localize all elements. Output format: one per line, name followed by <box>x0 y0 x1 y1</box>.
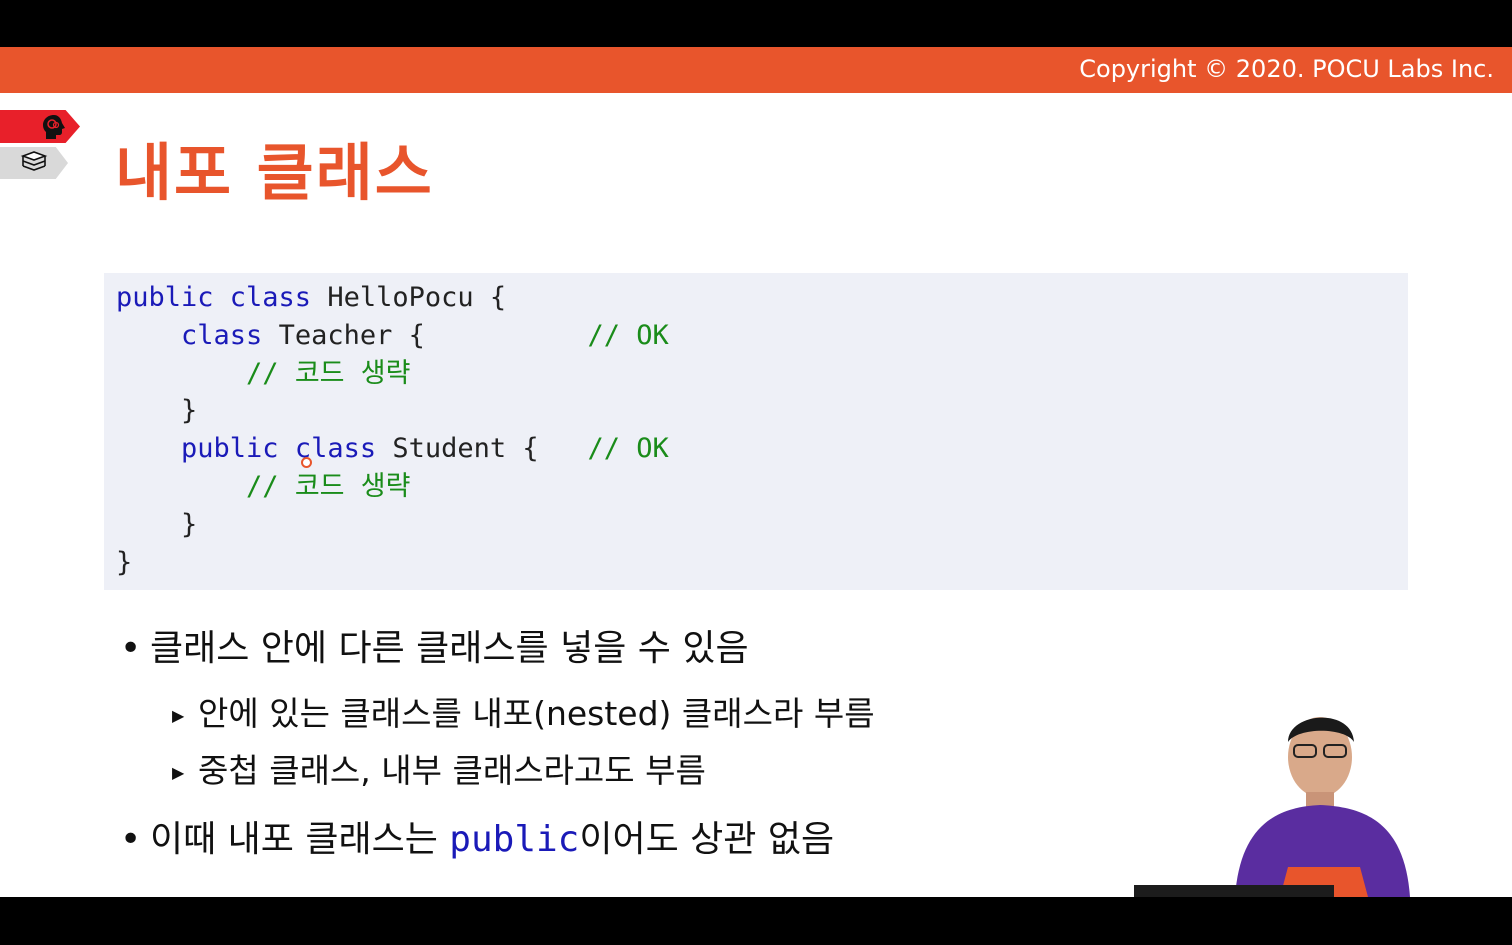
code-token: } <box>116 395 198 427</box>
slide-title: 내포 클래스 <box>115 136 434 209</box>
code-comment: // 코드 생략 <box>246 470 411 502</box>
code-keyword: public class <box>181 433 393 465</box>
code-line: // 코드 생략 <box>116 358 410 389</box>
code-line: } <box>116 547 132 578</box>
bullet-2-code: public <box>449 819 580 860</box>
bullet-2: • 이때 내포 클래스는 public이어도 상관 없음 <box>120 810 834 862</box>
presenter-video <box>1235 717 1410 897</box>
sub-bullet-2: ▶ 중첩 클래스, 내부 클래스라고도 부름 <box>172 744 706 792</box>
code-token: } <box>116 546 133 578</box>
header-bar: Copyright © 2020. POCU Labs Inc. <box>0 47 1512 93</box>
code-line: // 코드 생략 <box>116 471 410 502</box>
sub-bullet-1: ▶ 안에 있는 클래스를 내포(nested) 클래스라 부름 <box>172 687 875 735</box>
code-text: public class HelloPocu { class Teacher {… <box>116 279 669 581</box>
triangle-bullet-icon: ▶ <box>172 763 185 782</box>
section-tag-books <box>0 147 68 179</box>
pointer-dot <box>301 457 312 468</box>
code-token: Teacher { <box>278 319 588 351</box>
sub-bullet-1-text: 안에 있는 클래스를 내포(nested) 클래스라 부름 <box>198 694 875 733</box>
code-comment: // OK <box>587 319 669 351</box>
section-tag-brain <box>0 110 80 143</box>
desk <box>1134 885 1334 897</box>
book-stack-icon <box>20 151 48 171</box>
code-token: } <box>116 508 198 540</box>
code-keyword: class <box>181 319 279 351</box>
triangle-bullet-icon: ▶ <box>172 706 185 725</box>
code-block: public class HelloPocu { class Teacher {… <box>104 273 1408 590</box>
code-keyword: public class <box>116 282 328 313</box>
code-token: HelloPocu { <box>327 282 507 313</box>
copyright-text: Copyright © 2020. POCU Labs Inc. <box>1079 55 1494 83</box>
code-line: public class Student { // OK <box>116 433 669 464</box>
code-line: class Teacher { // OK <box>116 320 669 351</box>
sub-bullet-2-text: 중첩 클래스, 내부 클래스라고도 부름 <box>198 751 706 790</box>
brain-head-icon <box>43 115 65 139</box>
code-line: public class HelloPocu { <box>116 282 506 313</box>
bullet-dot: • <box>120 819 142 860</box>
code-token: Student { <box>392 433 588 465</box>
code-line: } <box>116 509 197 540</box>
code-comment: // OK <box>587 433 669 465</box>
bullet-2-prefix: 이때 내포 클래스는 <box>150 819 450 860</box>
bullet-dot: • <box>120 628 142 669</box>
code-line: } <box>116 395 197 426</box>
bullet-1: • 클래스 안에 다른 클래스를 넣을 수 있음 <box>120 619 749 671</box>
code-comment: // 코드 생략 <box>246 357 411 389</box>
bullet-1-text: 클래스 안에 다른 클래스를 넣을 수 있음 <box>150 628 749 669</box>
slide: Copyright © 2020. POCU Labs Inc. 내포 클래스 … <box>0 47 1512 897</box>
bullet-2-suffix: 이어도 상관 없음 <box>579 819 835 860</box>
